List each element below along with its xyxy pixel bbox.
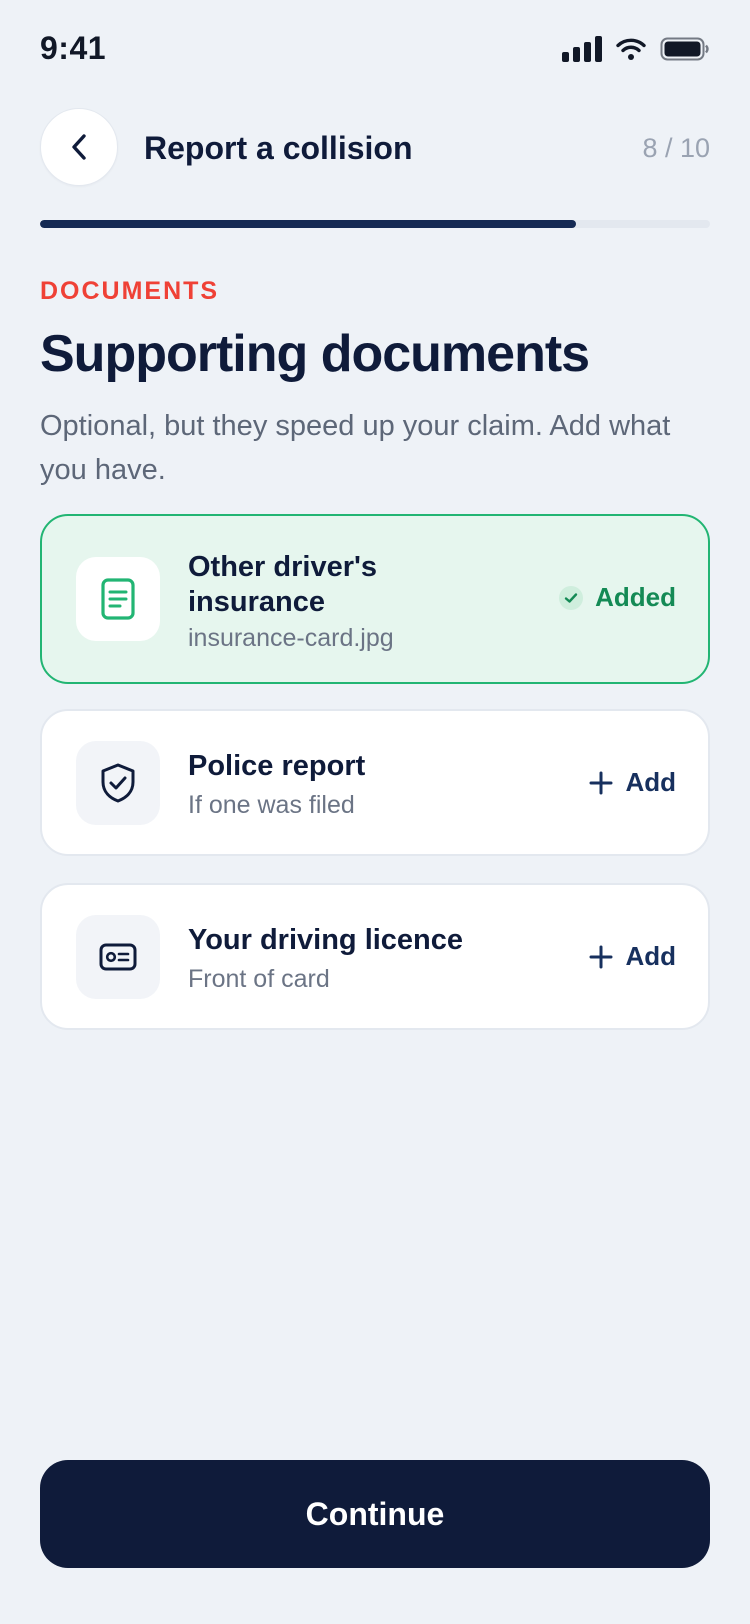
document-status-added: Added [559,582,676,613]
chevron-left-icon [72,134,86,160]
page-title: Supporting documents [40,325,590,383]
plus-icon [589,945,613,968]
document-subtitle: insurance-card.jpg [188,624,394,652]
progress-fill [40,220,576,228]
status-bar: 9:41 [0,0,750,100]
page-header-title: Report a collision [144,130,413,166]
battery-icon [660,37,709,61]
document-title: Police report [188,750,366,782]
status-time: 9:41 [40,30,107,66]
document-action-label: Add [625,941,676,971]
shield-check-icon [76,741,160,825]
back-button[interactable] [40,108,118,186]
plus-icon [589,771,613,794]
status-icons [562,36,710,62]
id-card-icon [76,915,160,999]
section-eyebrow: DOCUMENTS [40,277,220,305]
continue-button[interactable]: Continue [40,1460,710,1568]
page-subtitle: Optional, but they speed up your claim. … [40,410,671,486]
header: Report a collision 8 / 10 [40,108,710,188]
document-card-insurance[interactable]: Other driver's insurance insurance-card.… [40,514,710,684]
add-driving-licence-button[interactable]: Add [589,941,676,972]
document-title: Other driver's insurance [188,551,378,618]
check-circle-icon [559,585,584,610]
cellular-signal-icon [562,36,602,62]
document-card-police-report[interactable]: Police report If one was filed Add [40,709,710,856]
document-icon [76,557,160,641]
document-action-label: Added [595,582,676,612]
progress-bar [40,220,710,228]
wifi-icon [616,38,646,60]
document-subtitle: If one was filed [188,791,355,819]
step-counter: 8 / 10 [642,133,710,163]
document-title: Your driving licence [188,924,464,956]
screen: 9:41 Report a collision 8 / 10 DOCUMENTS… [0,0,750,1624]
document-action-label: Add [625,767,676,797]
add-police-report-button[interactable]: Add [589,767,676,798]
document-card-driving-licence[interactable]: Your driving licence Front of card Add [40,883,710,1030]
document-subtitle: Front of card [188,965,330,993]
